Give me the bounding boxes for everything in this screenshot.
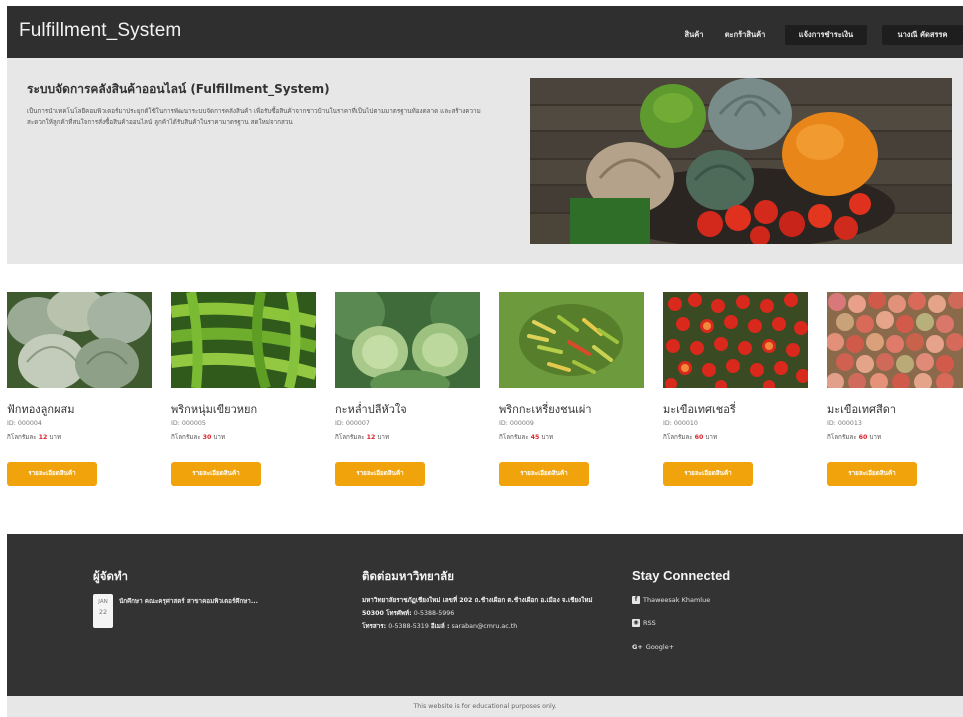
bottom-disclaimer: This website is for educational purposes… (413, 703, 557, 710)
bottom-bar: This website is for educational purposes… (7, 696, 963, 717)
social-facebook-link[interactable]: f Thaweesak Khamlue (632, 596, 710, 604)
product-details-button[interactable]: รายละเอียดสินค้า (499, 462, 589, 486)
price-value: 60 (858, 434, 868, 441)
product-card: มะเขือเทศเชอรี่ ID: 000010 กิโลกรัมละ 60… (663, 292, 808, 492)
product-card: กะหล่ำปลีหัวใจ ID: 000007 กิโลกรัมละ 12 … (335, 292, 480, 492)
google-plus-icon: G+ (632, 643, 643, 651)
price-value: 45 (530, 434, 540, 441)
contact-heading: ติดต่อมหาวิทยาลัย (362, 569, 454, 583)
price-unit: บาท (705, 434, 718, 441)
contact-fax-label: โทรสาร: (362, 623, 387, 630)
product-id: ID: 000010 (663, 420, 698, 427)
product-card: พริกกะเหรี่ยงชนเผ่า ID: 000009 กิโลกรัมล… (499, 292, 644, 492)
product-id: ID: 000005 (171, 420, 206, 427)
price-value: 12 (366, 434, 376, 441)
product-price: กิโลกรัมละ 60 บาท (827, 432, 881, 442)
post-date-badge: JAN 22 (93, 594, 113, 628)
price-label: กิโลกรัมละ (499, 434, 529, 441)
nav-payment-notice[interactable]: แจ้งการชำระเงิน (785, 25, 867, 45)
product-image-cabbage[interactable] (335, 292, 480, 388)
product-image-pumpkin[interactable] (7, 292, 152, 388)
rss-icon: ◉ (632, 619, 640, 627)
product-name[interactable]: มะเขือเทศสีดา (827, 400, 896, 418)
product-price: กิโลกรัมละ 12 บาท (7, 432, 61, 442)
product-details-button[interactable]: รายละเอียดสินค้า (827, 462, 917, 486)
hero-title: ระบบจัดการคลังสินค้าออนไลน์ (Fulfillment… (27, 82, 330, 96)
social-google-plus-label: Google+ (645, 643, 675, 651)
product-name[interactable]: มะเขือเทศเชอรี่ (663, 400, 736, 418)
facebook-icon: f (632, 596, 640, 604)
price-unit: บาท (49, 434, 62, 441)
product-price: กิโลกรัมละ 45 บาท (499, 432, 553, 442)
product-price: กิโลกรัมละ 60 บาท (663, 432, 717, 442)
nav-cart[interactable]: ตะกร้าสินค้า (715, 25, 775, 45)
price-unit: บาท (869, 434, 882, 441)
product-image-cherry-tomato[interactable] (663, 292, 808, 388)
contact-info: มหาวิทยาลัยราชภัฏเชียงใหม่ เลขที่ 202 ถ.… (362, 594, 602, 633)
product-card: ฟักทองลูกผสม ID: 000004 กิโลกรัมละ 12 บา… (7, 292, 152, 492)
product-image-sida-tomato[interactable] (827, 292, 963, 388)
product-image-hill-chili[interactable] (499, 292, 644, 388)
social-heading: Stay Connected (632, 568, 731, 583)
brand-link[interactable]: Fulfillment_System (19, 20, 181, 42)
post-date-month: JAN (98, 599, 108, 605)
product-name[interactable]: ฟักทองลูกผสม (7, 400, 75, 418)
product-details-button[interactable]: รายละเอียดสินค้า (171, 462, 261, 486)
product-id: ID: 000004 (7, 420, 42, 427)
price-value: 12 (38, 434, 48, 441)
contact-fax: 0-5388-5319 (388, 623, 429, 630)
hero-description: เป็นการนำเทคโนโลยีคอมพิวเตอร์มาประยุกต์ใ… (27, 108, 481, 126)
price-label: กิโลกรัมละ (171, 434, 201, 441)
page: Fulfillment_System สินค้า ตะกร้าสินค้า แ… (0, 0, 963, 717)
product-price: กิโลกรัมละ 30 บาท (171, 432, 225, 442)
navbar: Fulfillment_System สินค้า ตะกร้าสินค้า แ… (7, 6, 963, 58)
product-details-button[interactable]: รายละเอียดสินค้า (335, 462, 425, 486)
footer: ผู้จัดทำ JAN 22 นักศึกษา คณะครุศาสตร์ สา… (7, 534, 963, 696)
post-date-day: 22 (98, 608, 108, 616)
product-name[interactable]: กะหล่ำปลีหัวใจ (335, 400, 407, 418)
price-unit: บาท (213, 434, 226, 441)
product-card: พริกหนุ่มเขียวหยก ID: 000005 กิโลกรัมละ … (171, 292, 316, 492)
product-price: กิโลกรัมละ 12 บาท (335, 432, 389, 442)
product-name[interactable]: พริกกะเหรี่ยงชนเผ่า (499, 400, 592, 418)
social-facebook-label: Thaweesak Khamlue (643, 596, 711, 604)
contact-email[interactable]: saraban@cmru.ac.th (452, 623, 518, 630)
social-rss-label: RSS (643, 619, 656, 627)
organizer-post-link[interactable]: นักศึกษา คณะครุศาสตร์ สาขาคอมพิวเตอร์ศึก… (119, 596, 329, 606)
product-name[interactable]: พริกหนุ่มเขียวหยก (171, 400, 257, 418)
social-rss-link[interactable]: ◉ RSS (632, 619, 656, 627)
price-unit: บาท (541, 434, 554, 441)
product-id: ID: 000009 (499, 420, 534, 427)
contact-phone: 0-5388-5996 (413, 610, 455, 617)
price-value: 30 (202, 434, 212, 441)
price-unit: บาท (377, 434, 390, 441)
product-details-button[interactable]: รายละเอียดสินค้า (7, 462, 97, 486)
product-image-green-chili[interactable] (171, 292, 316, 388)
organizer-heading: ผู้จัดทำ (93, 569, 128, 583)
product-id: ID: 000007 (335, 420, 370, 427)
nav-user-menu[interactable]: นางณี คัดสรรค (882, 25, 963, 45)
price-label: กิโลกรัมละ (663, 434, 693, 441)
contact-phone-label: โทรศัพท์: (385, 610, 412, 617)
nav-products[interactable]: สินค้า (679, 25, 709, 45)
product-details-button[interactable]: รายละเอียดสินค้า (663, 462, 753, 486)
price-label: กิโลกรัมละ (7, 434, 37, 441)
hero-section: ระบบจัดการคลังสินค้าออนไลน์ (Fulfillment… (7, 58, 963, 264)
product-card: มะเขือเทศสีดา ID: 000013 กิโลกรัมละ 60 บ… (827, 292, 963, 492)
price-label: กิโลกรัมละ (335, 434, 365, 441)
social-google-plus-link[interactable]: G+ Google+ (632, 643, 674, 651)
price-value: 60 (694, 434, 704, 441)
product-id: ID: 000013 (827, 420, 862, 427)
contact-email-label: อีเมล์ : (430, 623, 450, 630)
price-label: กิโลกรัมละ (827, 434, 857, 441)
hero-vegetables-image (530, 78, 952, 244)
